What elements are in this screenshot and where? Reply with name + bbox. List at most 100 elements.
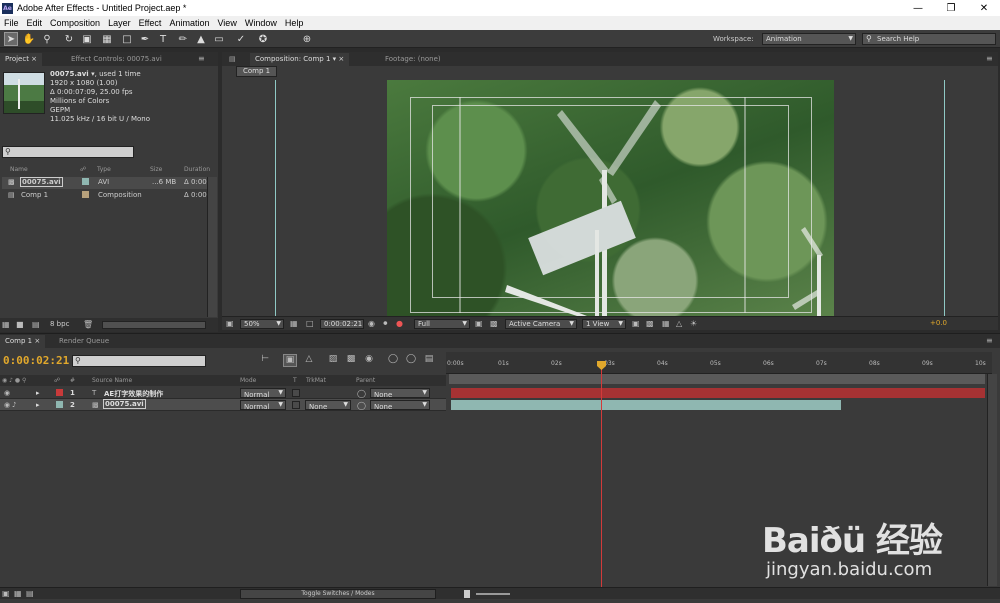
clone-stamp-tool-icon[interactable]: ▲ xyxy=(194,32,208,46)
toggle-switches-modes-button[interactable]: Toggle Switches / Modes xyxy=(240,589,436,599)
menu-help[interactable]: Help xyxy=(281,18,308,28)
tab-project[interactable]: Project × xyxy=(0,53,43,66)
new-composition-icon[interactable]: ▤ xyxy=(32,320,42,330)
project-item-name[interactable]: 00075.avi ▾, used 1 time xyxy=(50,70,141,78)
draft-3d-icon[interactable]: △ xyxy=(302,354,316,367)
graph-editor-icon[interactable]: ▤ xyxy=(422,354,436,367)
expand-arrow-icon[interactable]: ▸ xyxy=(36,389,40,397)
reset-exposure-icon[interactable]: ☀ xyxy=(690,319,700,329)
menu-edit[interactable]: Edit xyxy=(23,18,47,28)
timeline-current-time[interactable]: 0:00:02:21 xyxy=(3,354,69,367)
tab-effect-controls[interactable]: Effect Controls: 00075.avi xyxy=(66,53,167,66)
layer-row[interactable]: ◉ ▸ 1 T AE打字效果的制作 Normal ▼ ◯ None ▼ xyxy=(0,387,446,399)
pick-whip-icon[interactable]: ◯ xyxy=(357,389,366,398)
menu-composition[interactable]: Composition xyxy=(46,18,104,28)
workspace-select[interactable]: Animation ▼ xyxy=(762,33,856,45)
col-layer-number[interactable]: # xyxy=(70,377,75,384)
interpret-footage-icon[interactable]: ▦ xyxy=(2,320,12,330)
grid-guide-icon[interactable]: ▦ xyxy=(290,319,300,329)
preserve-transparency-checkbox[interactable] xyxy=(292,401,300,409)
col-source-name[interactable]: Source Name xyxy=(92,377,132,384)
zoom-tool-icon[interactable]: ⚲ xyxy=(40,32,54,46)
close-button[interactable]: ✕ xyxy=(967,0,1000,16)
axis-local-icon[interactable]: ⊕ xyxy=(300,32,314,46)
project-scrollbar[interactable] xyxy=(207,177,217,317)
panel-menu-icon[interactable]: ≡ xyxy=(986,336,993,345)
roto-brush-tool-icon[interactable]: ✓ xyxy=(234,32,248,46)
always-preview-icon[interactable]: ▣ xyxy=(226,319,236,329)
current-time-indicator[interactable] xyxy=(601,362,602,588)
layer-row[interactable]: ◉ ♪ ▸ 2 ▩ 00075.avi Normal ▼ None ▼ ◯ None… xyxy=(0,399,446,411)
menu-file[interactable]: File xyxy=(0,18,23,28)
col-parent[interactable]: Parent xyxy=(356,377,375,384)
timeline-icon[interactable]: ▦ xyxy=(662,319,672,329)
parent-select[interactable]: None ▼ xyxy=(370,400,430,411)
exposure-value[interactable]: +0.0 xyxy=(930,319,947,327)
transfer-controls-icon[interactable]: ▦ xyxy=(14,589,24,599)
col-duration[interactable]: Duration xyxy=(184,166,210,176)
layer-duration-bar[interactable] xyxy=(451,400,841,410)
camera-select[interactable]: Active Camera ▼ xyxy=(505,319,577,329)
preserve-transparency-checkbox[interactable] xyxy=(292,389,300,397)
timeline-scrollbar[interactable] xyxy=(987,374,997,586)
toggle-pixel-aspect-icon[interactable]: ▣ xyxy=(632,319,642,329)
resolution-select[interactable]: Full ▼ xyxy=(414,319,470,329)
show-snapshot-icon[interactable]: ⚫ xyxy=(382,319,392,329)
lock-icon[interactable]: ▤ xyxy=(224,53,241,66)
visibility-icon[interactable]: ◉ xyxy=(4,401,10,409)
tab-footage[interactable]: Footage: (none) xyxy=(380,53,446,66)
selection-tool-icon[interactable]: ➤ xyxy=(4,32,18,46)
time-ruler[interactable]: 0:00s 01s 02s 03s 04s 05s 06s 07s 08s 09… xyxy=(446,352,992,374)
trkmat-select[interactable]: None ▼ xyxy=(305,400,351,411)
transparency-grid-icon[interactable]: ▩ xyxy=(490,319,500,329)
rectangle-tool-icon[interactable]: □ xyxy=(120,32,134,46)
minimize-button[interactable]: — xyxy=(901,0,935,16)
col-t[interactable]: T xyxy=(293,377,297,384)
col-name[interactable]: Name xyxy=(10,166,28,176)
col-type[interactable]: Type xyxy=(97,166,111,176)
blend-mode-select[interactable]: Normal ▼ xyxy=(240,388,286,399)
maximize-button[interactable]: ❐ xyxy=(934,0,968,16)
panel-menu-icon[interactable]: ≡ xyxy=(198,54,205,63)
menu-window[interactable]: Window xyxy=(241,18,281,28)
project-search-input[interactable]: ⚲ xyxy=(2,146,134,158)
search-help-input[interactable]: ⚲ Search Help xyxy=(862,33,996,45)
blend-mode-select[interactable]: Normal ▼ xyxy=(240,400,286,411)
col-mode[interactable]: Mode xyxy=(240,377,256,384)
eraser-tool-icon[interactable]: ▭ xyxy=(212,32,226,46)
puppet-pin-tool-icon[interactable]: ✪ xyxy=(256,32,270,46)
tab-comp[interactable]: Comp 1 × xyxy=(0,335,46,348)
menu-view[interactable]: View xyxy=(213,18,240,28)
mask-visibility-icon[interactable]: □ xyxy=(306,319,316,329)
motion-blur-icon[interactable]: ◉ xyxy=(362,354,376,367)
layer-label-swatch[interactable] xyxy=(56,389,63,396)
work-area-bar[interactable] xyxy=(449,374,985,384)
auto-keyframe-icon[interactable]: ◯ xyxy=(404,354,418,367)
tab-composition[interactable]: Composition: Comp 1 ▾ × xyxy=(250,53,350,66)
type-tool-icon[interactable]: T xyxy=(156,32,170,46)
hand-tool-icon[interactable]: ✋ xyxy=(22,32,36,46)
fast-preview-icon[interactable]: ▩ xyxy=(646,319,656,329)
menu-effect[interactable]: Effect xyxy=(135,18,166,28)
layer-duration-bar[interactable] xyxy=(451,388,985,398)
audio-icon[interactable]: ♪ xyxy=(12,401,16,409)
mini-flowchart-icon[interactable]: ⊢ xyxy=(258,354,272,367)
menu-animation[interactable]: Animation xyxy=(165,18,213,28)
pen-tool-icon[interactable]: ✒ xyxy=(138,32,152,46)
parent-select[interactable]: None ▼ xyxy=(370,388,430,399)
project-hscroll[interactable] xyxy=(102,321,206,329)
expand-arrow-icon[interactable]: ▸ xyxy=(36,401,40,409)
timeline-search-input[interactable]: ⚲ xyxy=(72,355,206,367)
flowchart-icon[interactable]: △ xyxy=(676,319,686,329)
col-trkmat[interactable]: TrkMat xyxy=(306,377,326,384)
zoom-slider[interactable] xyxy=(476,593,510,595)
live-update-icon[interactable]: ▣ xyxy=(283,354,297,367)
snapshot-icon[interactable]: ◉ xyxy=(368,319,378,329)
tab-render-queue[interactable]: Render Queue xyxy=(54,335,114,348)
rotation-tool-icon[interactable]: ↻ xyxy=(62,32,76,46)
layer-label-swatch[interactable] xyxy=(56,401,63,408)
project-row[interactable]: ▩ 00075.avi AVI ...6 MB Δ 0:00 xyxy=(2,177,212,189)
pick-whip-icon[interactable]: ◯ xyxy=(357,401,366,410)
brush-tool-icon[interactable]: ✏ xyxy=(176,32,190,46)
camera-tool-icon[interactable]: ▣ xyxy=(80,32,94,46)
